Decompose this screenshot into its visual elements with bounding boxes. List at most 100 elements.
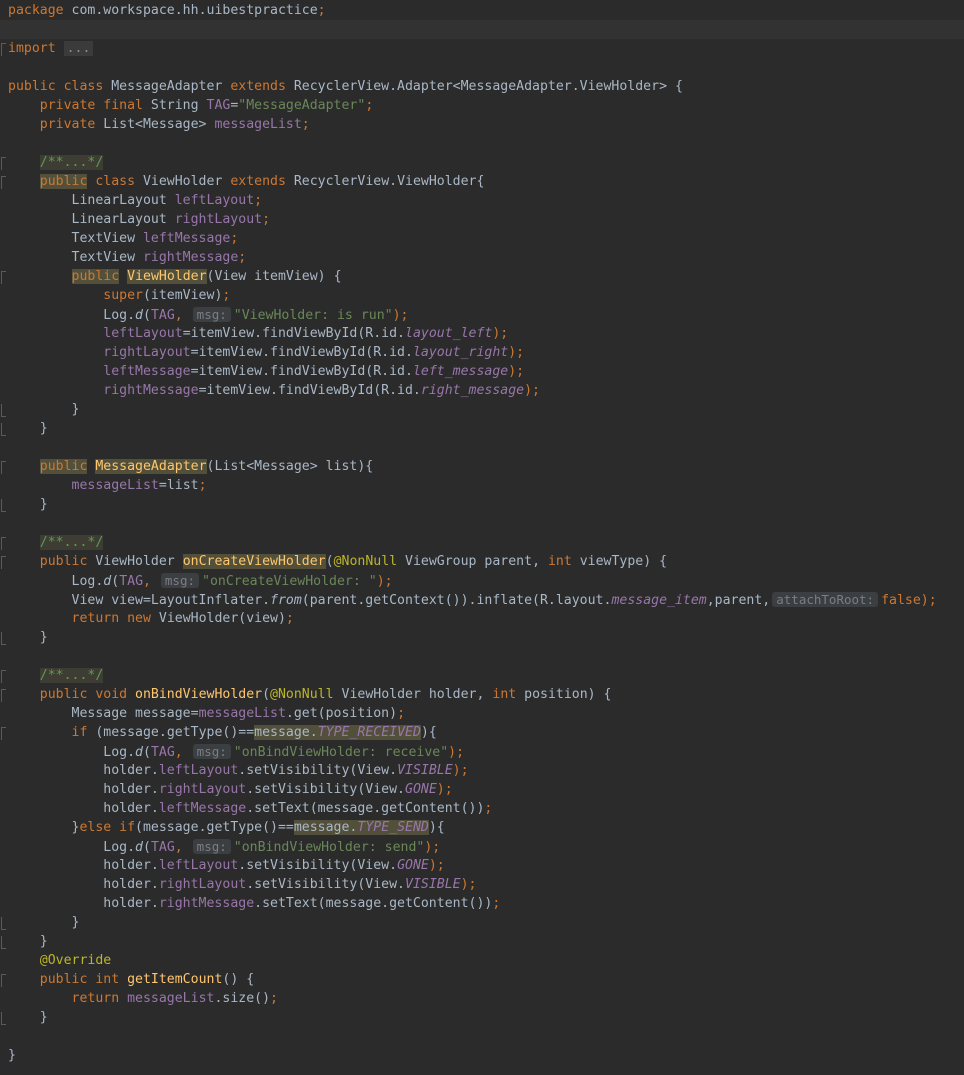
code-token: leftLayout bbox=[103, 326, 183, 341]
code-line[interactable]: /**...*/ bbox=[0, 533, 964, 552]
code-token: (itemView) bbox=[142, 288, 223, 303]
code-line[interactable]: holder.rightLayout.setVisibility(View.GO… bbox=[0, 780, 964, 799]
fold-marker-icon[interactable] bbox=[1, 936, 6, 949]
fold-marker-icon[interactable] bbox=[1, 404, 6, 417]
code-line[interactable]: holder.rightLayout.setVisibility(View.VI… bbox=[0, 875, 964, 894]
code-line[interactable]: TextView leftMessage; bbox=[0, 229, 964, 248]
code-line[interactable]: } bbox=[0, 495, 964, 514]
code-line[interactable]: } bbox=[0, 1008, 964, 1027]
code-line[interactable] bbox=[0, 20, 964, 39]
code-token: } bbox=[8, 497, 48, 512]
folded-code-placeholder[interactable]: ... bbox=[63, 41, 94, 56]
code-line[interactable] bbox=[0, 134, 964, 153]
code-line[interactable]: private final String TAG="MessageAdapter… bbox=[0, 96, 964, 115]
code-line[interactable]: return new ViewHolder(view); bbox=[0, 609, 964, 628]
code-line[interactable]: Log.d(TAG, msg: "ViewHolder: is run"); bbox=[0, 305, 964, 324]
fold-marker-icon[interactable] bbox=[1, 461, 6, 474]
code-line[interactable]: Log.d(TAG, msg: "onCreateViewHolder: "); bbox=[0, 571, 964, 590]
code-token: ); bbox=[436, 782, 453, 797]
code-token: int bbox=[492, 687, 525, 702]
code-line[interactable]: import ... bbox=[0, 39, 964, 58]
code-line[interactable]: } bbox=[0, 628, 964, 647]
fold-marker-icon[interactable] bbox=[1, 632, 6, 645]
code-line[interactable]: } bbox=[0, 419, 964, 438]
code-line[interactable]: /**...*/ bbox=[0, 666, 964, 685]
code-line[interactable]: public int getItemCount() { bbox=[0, 970, 964, 989]
code-token: , bbox=[143, 574, 159, 589]
code-line[interactable] bbox=[0, 58, 964, 77]
fold-marker-icon[interactable] bbox=[1, 1012, 6, 1025]
code-token: } bbox=[8, 934, 48, 949]
code-token: .setText(message.getContent()) bbox=[254, 896, 493, 911]
fold-marker-icon[interactable] bbox=[1, 727, 6, 740]
code-line[interactable]: Log.d(TAG, msg: "onBindViewHolder: receiv… bbox=[0, 742, 964, 761]
fold-marker-icon[interactable] bbox=[1, 176, 6, 189]
parameter-hint: msg: bbox=[160, 573, 200, 588]
code-line[interactable]: public void onBindViewHolder(@NonNull Vi… bbox=[0, 685, 964, 704]
code-line[interactable]: rightMessage=itemView.findViewById(R.id.… bbox=[0, 381, 964, 400]
code-line[interactable]: leftMessage=itemView.findViewById(R.id.l… bbox=[0, 362, 964, 381]
code-line[interactable]: super(itemView); bbox=[0, 286, 964, 305]
code-token: extends bbox=[230, 79, 294, 94]
code-line[interactable]: Log.d(TAG, msg: "onBindViewHolder: send")… bbox=[0, 837, 964, 856]
fold-marker-icon[interactable] bbox=[1, 43, 6, 56]
code-line[interactable]: /**...*/ bbox=[0, 153, 964, 172]
fold-marker-icon[interactable] bbox=[1, 271, 6, 284]
code-line[interactable]: Message message=messageList.get(position… bbox=[0, 704, 964, 723]
code-line[interactable]: } bbox=[0, 913, 964, 932]
fold-marker-icon[interactable] bbox=[1, 974, 6, 987]
parameter-hint: msg: bbox=[192, 744, 231, 759]
code-line[interactable]: @Override bbox=[0, 951, 964, 970]
code-editor[interactable]: package com.workspace.hh.uibestpractice;… bbox=[0, 0, 964, 1075]
code-line[interactable]: leftLayout=itemView.findViewById(R.id.la… bbox=[0, 324, 964, 343]
fold-marker-icon[interactable] bbox=[1, 423, 6, 436]
code-line[interactable]: public class MessageAdapter extends Recy… bbox=[0, 77, 964, 96]
code-token: ; bbox=[230, 231, 239, 246]
code-line[interactable]: public ViewHolder(View itemView) { bbox=[0, 267, 964, 286]
code-line[interactable]: }else if(message.getType()==message.TYPE… bbox=[0, 818, 964, 837]
code-line[interactable]: holder.rightMessage.setText(message.getC… bbox=[0, 894, 964, 913]
code-token: } bbox=[8, 630, 48, 645]
code-token: message_item bbox=[611, 593, 707, 608]
code-line[interactable]: LinearLayout rightLayout; bbox=[0, 210, 964, 229]
fold-marker-icon[interactable] bbox=[1, 670, 6, 683]
code-token: import bbox=[8, 41, 64, 56]
code-token: public void bbox=[39, 687, 136, 702]
code-line[interactable] bbox=[0, 647, 964, 666]
code-line[interactable]: rightLayout=itemView.findViewById(R.id.l… bbox=[0, 343, 964, 362]
code-token: ViewHolder holder, bbox=[333, 687, 493, 702]
code-token: ); bbox=[508, 345, 525, 360]
fold-marker-icon[interactable] bbox=[1, 157, 6, 170]
fold-marker-icon[interactable] bbox=[1, 689, 6, 702]
code-line[interactable] bbox=[0, 438, 964, 457]
code-line[interactable]: holder.leftMessage.setText(message.getCo… bbox=[0, 799, 964, 818]
code-line[interactable]: public MessageAdapter(List<Message> list… bbox=[0, 457, 964, 476]
code-line[interactable]: package com.workspace.hh.uibestpractice; bbox=[0, 1, 964, 20]
code-token: ,parent, bbox=[706, 593, 771, 608]
code-line[interactable] bbox=[0, 514, 964, 533]
fold-marker-icon[interactable] bbox=[1, 537, 6, 550]
code-line[interactable]: LinearLayout leftLayout; bbox=[0, 191, 964, 210]
code-token: "onCreateViewHolder: " bbox=[202, 574, 377, 589]
code-line[interactable]: holder.leftLayout.setVisibility(View.GON… bbox=[0, 856, 964, 875]
code-line[interactable]: } bbox=[0, 1046, 964, 1065]
code-line[interactable]: holder.leftLayout.setVisibility(View.VIS… bbox=[0, 761, 964, 780]
code-line[interactable]: } bbox=[0, 932, 964, 951]
code-token: ); bbox=[392, 308, 409, 323]
code-line[interactable]: return messageList.size(); bbox=[0, 989, 964, 1008]
code-line[interactable]: TextView rightMessage; bbox=[0, 248, 964, 267]
code-line[interactable] bbox=[0, 1027, 964, 1046]
code-line[interactable]: private List<Message> messageList; bbox=[0, 115, 964, 134]
code-line[interactable]: public class ViewHolder extends Recycler… bbox=[0, 172, 964, 191]
code-line[interactable]: View view=LayoutInflater.from(parent.get… bbox=[0, 590, 964, 609]
fold-marker-icon[interactable] bbox=[1, 556, 6, 569]
code-line[interactable]: public ViewHolder onCreateViewHolder(@No… bbox=[0, 552, 964, 571]
code-line[interactable]: if (message.getType()==message.TYPE_RECE… bbox=[0, 723, 964, 742]
fold-marker-icon[interactable] bbox=[1, 917, 6, 930]
code-line[interactable]: messageList=list; bbox=[0, 476, 964, 495]
fold-marker-icon[interactable] bbox=[1, 499, 6, 512]
code-line[interactable]: } bbox=[0, 400, 964, 419]
code-token: messageList bbox=[71, 478, 159, 493]
